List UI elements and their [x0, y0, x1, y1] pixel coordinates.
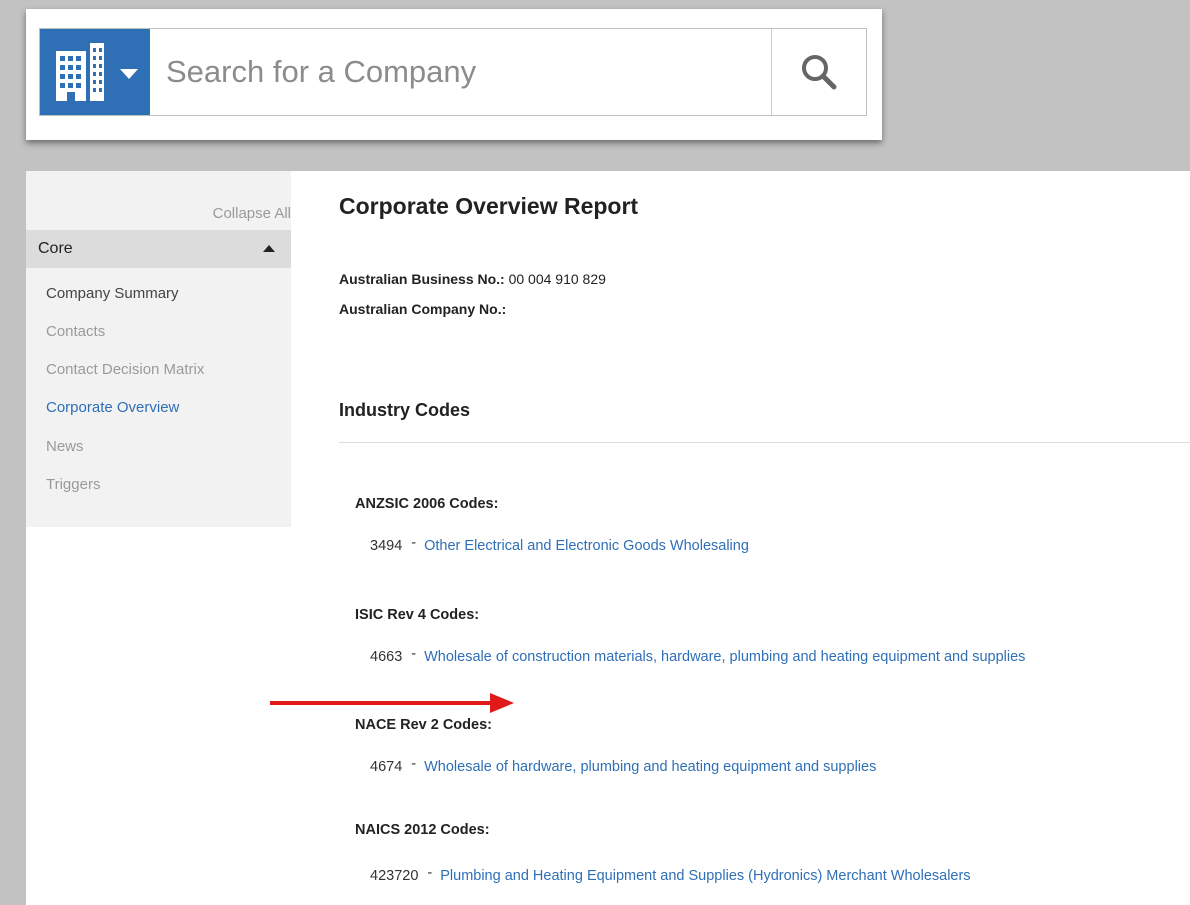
report-panel: Collapse All Core Company Summary Contac…: [26, 171, 1190, 905]
code-row: 4663- Wholesale of construction materials…: [370, 646, 1025, 665]
building-icon: [56, 43, 104, 101]
abn-value: 00 004 910 829: [508, 271, 606, 287]
company-search-bar: [39, 28, 867, 116]
chevron-up-icon: [263, 245, 275, 252]
sidebar-item-triggers[interactable]: Triggers: [46, 476, 100, 493]
acn-row: Australian Company No.:: [339, 301, 506, 317]
code-description-link[interactable]: Wholesale of hardware, plumbing and heat…: [424, 759, 876, 775]
code-group-heading: ISIC Rev 4 Codes:: [355, 607, 480, 623]
code-number: 4674: [370, 759, 403, 775]
code-description-link[interactable]: Plumbing and Heating Equipment and Suppl…: [440, 868, 970, 884]
sidebar-item-contacts[interactable]: Contacts: [46, 323, 105, 340]
code-row: 423720- Plumbing and Heating Equipment an…: [370, 865, 971, 884]
search-card: [26, 9, 882, 140]
code-separator: -: [411, 756, 417, 772]
abn-row: Australian Business No.: 00 004 910 829: [339, 271, 606, 287]
collapse-all-link[interactable]: Collapse All: [213, 205, 291, 222]
code-number: 423720: [370, 868, 419, 884]
code-description-link[interactable]: Wholesale of construction materials, har…: [424, 649, 1025, 665]
code-row: 3494- Other Electrical and Electronic Goo…: [370, 535, 749, 554]
abn-label: Australian Business No.:: [339, 271, 505, 287]
sidebar-item-company-summary[interactable]: Company Summary: [46, 285, 179, 302]
search-icon: [802, 55, 837, 90]
page-title: Corporate Overview Report: [339, 193, 639, 219]
code-separator: -: [411, 535, 417, 551]
code-description-link[interactable]: Other Electrical and Electronic Goods Wh…: [424, 538, 749, 554]
code-number: 4663: [370, 649, 403, 665]
chevron-down-icon: [120, 69, 138, 79]
report-sidebar: Collapse All Core Company Summary Contac…: [26, 171, 291, 527]
code-separator: -: [427, 865, 433, 881]
code-row: 4674- Wholesale of hardware, plumbing and…: [370, 756, 876, 775]
acn-label: Australian Company No.:: [339, 301, 507, 317]
sidebar-item-corporate-overview[interactable]: Corporate Overview: [46, 399, 179, 416]
code-number: 3494: [370, 538, 403, 554]
section-divider: [339, 442, 1190, 443]
sidebar-group-label: Core: [38, 240, 73, 257]
industry-codes-heading: Industry Codes: [339, 400, 471, 420]
company-search-input[interactable]: [150, 29, 772, 115]
sidebar-group-core[interactable]: Core: [26, 230, 291, 268]
annotation-arrow: [270, 693, 514, 713]
sidebar-item-contact-decision-matrix[interactable]: Contact Decision Matrix: [46, 361, 204, 378]
search-button[interactable]: [771, 29, 866, 115]
code-group-heading: NACE Rev 2 Codes:: [355, 717, 492, 733]
sidebar-item-news[interactable]: News: [46, 438, 84, 455]
code-group-heading: ANZSIC 2006 Codes:: [355, 496, 499, 512]
code-separator: -: [411, 646, 417, 662]
search-type-dropdown[interactable]: [40, 29, 150, 115]
code-group-heading: NAICS 2012 Codes:: [355, 822, 490, 838]
